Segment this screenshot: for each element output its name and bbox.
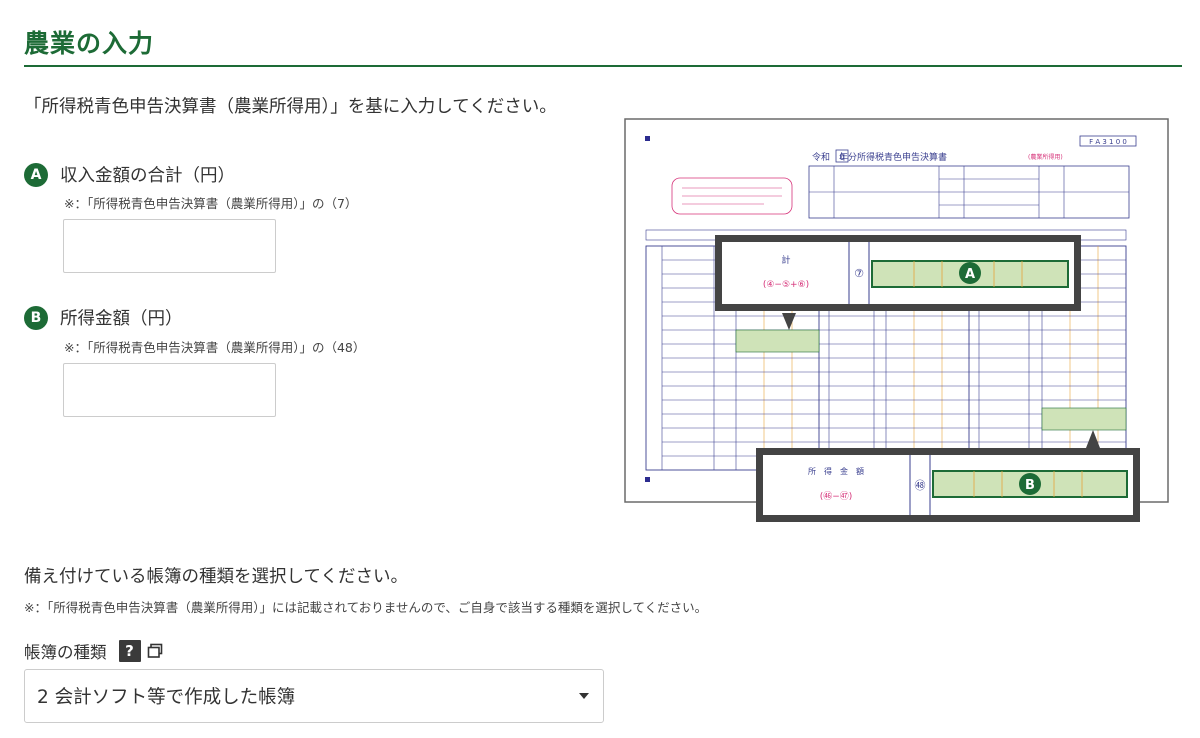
ledger-question: 備え付けている帳簿の種類を選択してください。 xyxy=(24,567,408,587)
form-header-text: 令和 年分所得税青色申告決算書 xyxy=(812,151,947,163)
help-icon[interactable]: ? xyxy=(118,640,141,662)
form-highlight-a-row xyxy=(735,329,820,353)
callout-a-row-label: 計 xyxy=(781,254,790,266)
callout-b-badge-text: B xyxy=(1025,478,1035,493)
title-divider xyxy=(24,65,1182,67)
tax-form-illustration: F A 3 1 0 0 令和 年分所得税青色申告決算書 0 (農業所得用) 計 … xyxy=(624,118,1169,522)
callout-b-row-label: 所 得 金 額 xyxy=(808,466,864,476)
form-highlight-b-row xyxy=(1041,407,1127,431)
income-total-input[interactable] xyxy=(63,219,276,273)
page-title: 農業の入力 xyxy=(24,29,155,58)
form-number-text: 0 xyxy=(839,153,844,162)
callout-b-circle-number: ㊽ xyxy=(915,479,926,492)
callout-a-badge-text: A xyxy=(965,267,975,282)
ledger-label-row: 帳簿の種類 ? xyxy=(24,639,163,663)
callout-a-circle-number: ⑦ xyxy=(854,267,864,280)
chevron-down-icon xyxy=(579,693,589,699)
field-b-label-row: B 所得金額（円） xyxy=(24,305,183,330)
ledger-type-selected: 2 会計ソフト等で作成した帳簿 xyxy=(37,687,296,708)
callout-a-formula: (④−⑤+⑥) xyxy=(763,280,809,290)
income-amount-input[interactable] xyxy=(63,363,276,417)
new-window-icon[interactable] xyxy=(147,643,163,659)
ledger-note: ※：「所得税青色申告決算書（農業所得用）」には記載されておりませんので、ご自身で… xyxy=(24,600,708,615)
form-corner-mark xyxy=(645,477,650,482)
form-corner-mark xyxy=(645,136,650,141)
field-b-label: 所得金額（円） xyxy=(60,309,183,329)
badge-a-icon: A xyxy=(24,162,48,187)
field-a-label: 収入金額の合計（円） xyxy=(60,166,235,186)
intro-text: 「所得税青色申告決算書（農業所得用）」を基に入力してください。 xyxy=(24,97,557,117)
badge-b-icon: B xyxy=(24,305,48,330)
ledger-label: 帳簿の種類 xyxy=(24,643,107,662)
field-a-label-row: A 収入金額の合計（円） xyxy=(24,162,235,187)
form-header-sub: (農業所得用) xyxy=(1028,153,1063,161)
callout-b-formula: (㊻−㊼) xyxy=(820,491,853,502)
field-a-note: ※：「所得税青色申告決算書（農業所得用）」の（7） xyxy=(64,196,358,211)
field-b-note: ※：「所得税青色申告決算書（農業所得用）」の（48） xyxy=(64,340,366,355)
form-code-text: F A 3 1 0 0 xyxy=(1089,138,1127,146)
ledger-type-select[interactable]: 2 会計ソフト等で作成した帳簿 xyxy=(24,669,604,723)
